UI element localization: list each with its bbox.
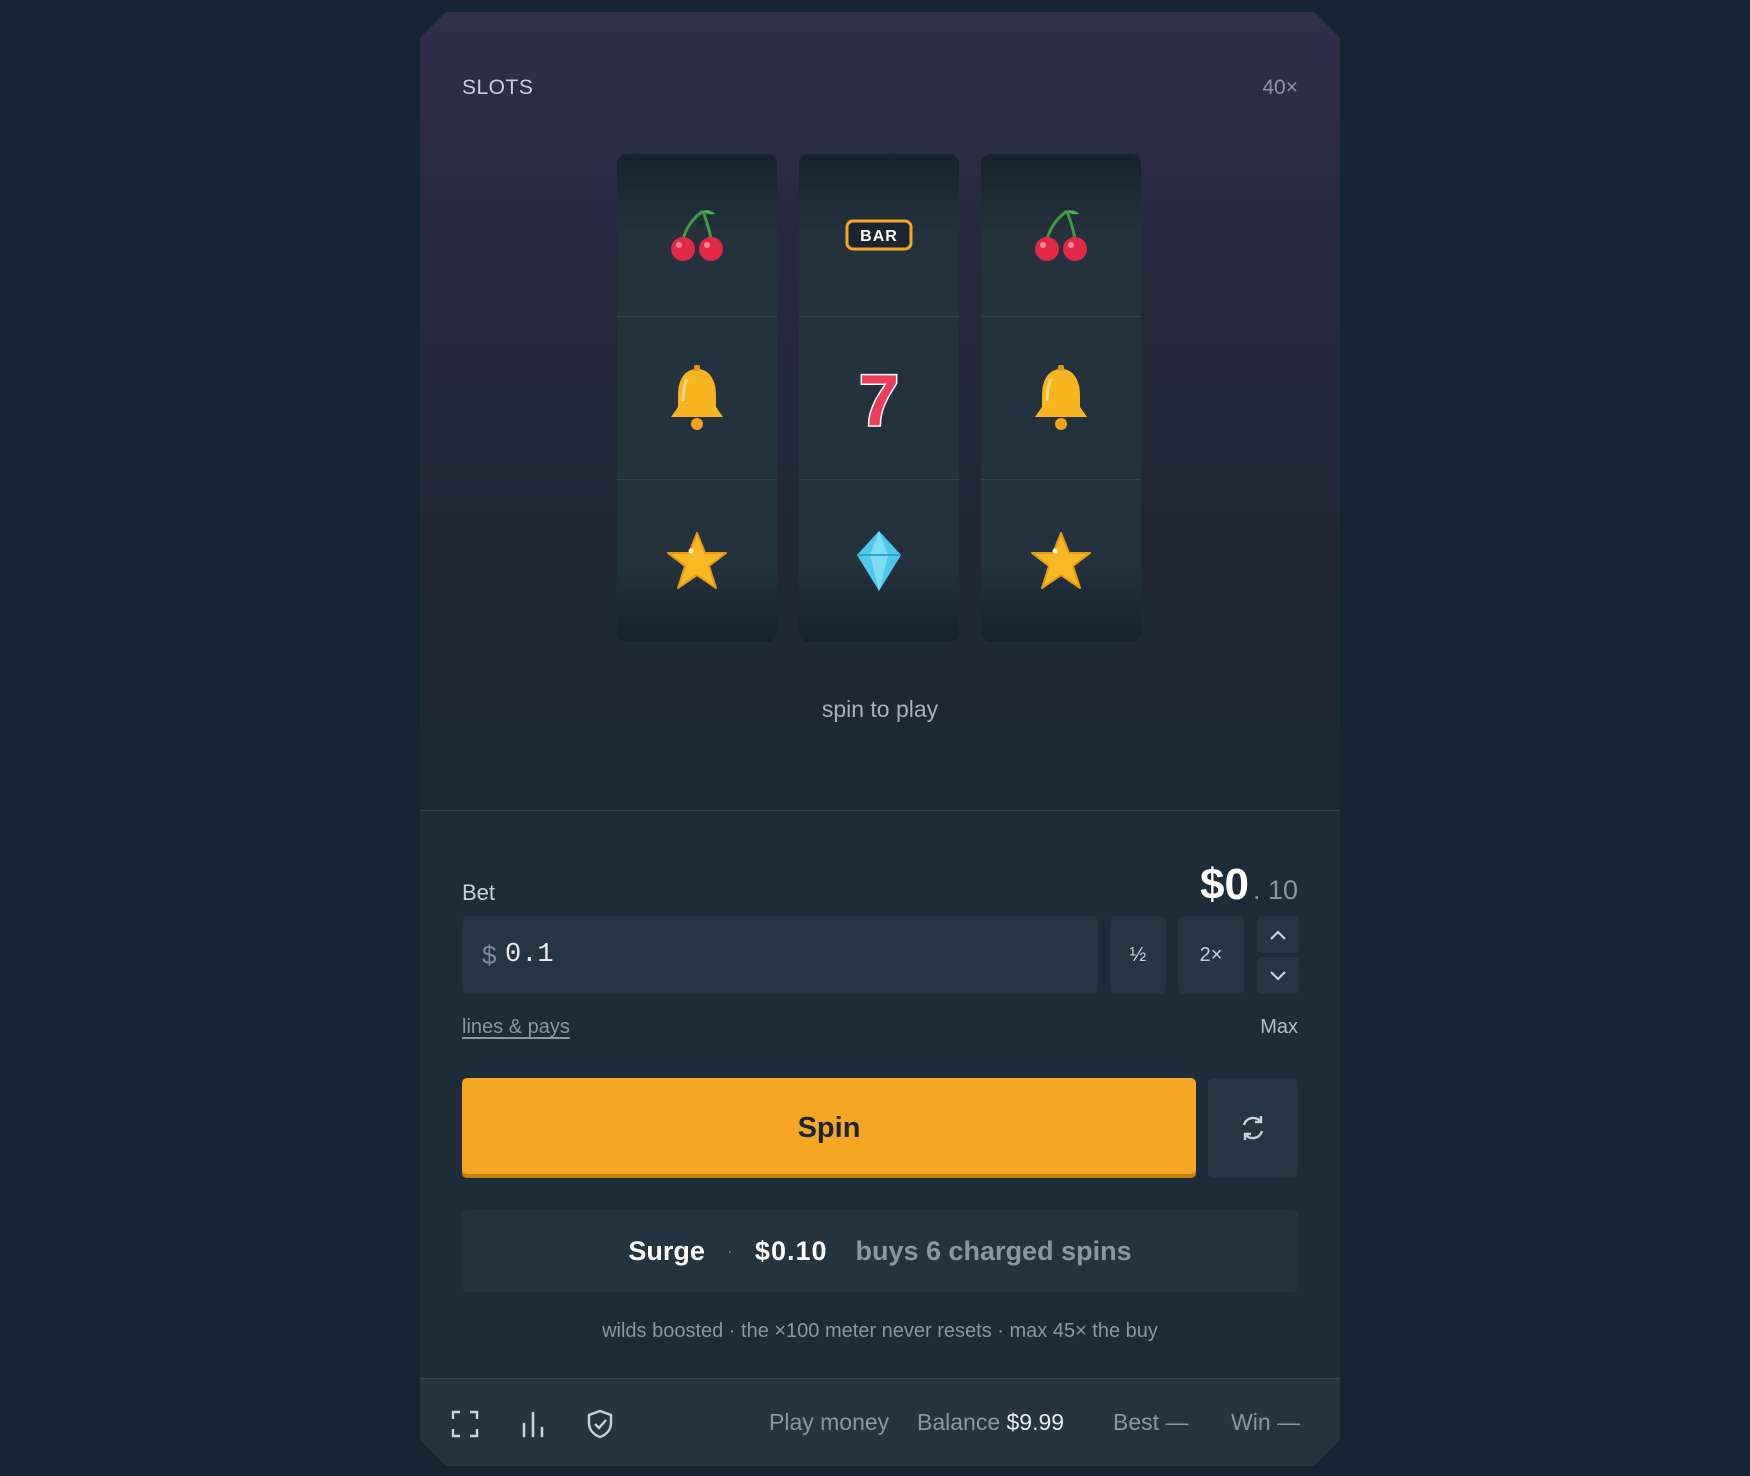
autospin-button[interactable] bbox=[1208, 1078, 1298, 1178]
bet-display-main: $0 bbox=[1200, 860, 1249, 909]
footer-bar: Play money Balance $9.99 Best — Win — bbox=[420, 1378, 1340, 1466]
play-money-label: Play money bbox=[769, 1409, 890, 1435]
surge-separator: · bbox=[726, 1240, 733, 1261]
slots-game-panel: SLOTS 40× BAR 7 spin to play Bet $0 . 10… bbox=[420, 12, 1340, 1466]
surge-note: wilds boosted · the ×100 meter never res… bbox=[602, 1320, 1158, 1342]
star-icon bbox=[981, 480, 1141, 642]
status-text: spin to play bbox=[821, 696, 939, 722]
best-display: Best — bbox=[1113, 1409, 1189, 1435]
bet-amount-value[interactable]: 0.1 bbox=[505, 940, 554, 970]
refresh-icon bbox=[1242, 1116, 1264, 1140]
surge-buy-button[interactable]: Surge · $0.10 buys 6 charged spins bbox=[462, 1210, 1298, 1292]
lines-and-pays-link[interactable]: lines & pays bbox=[462, 1016, 570, 1039]
balance-value: $9.99 bbox=[1006, 1409, 1065, 1435]
max-multiplier: 40× bbox=[1262, 76, 1298, 99]
surge-title: Surge bbox=[628, 1235, 705, 1266]
double-bet-button[interactable]: 2× bbox=[1178, 916, 1244, 994]
surge-description: buys 6 charged spins bbox=[855, 1235, 1132, 1266]
reel-area: SLOTS 40× BAR 7 spin to play bbox=[420, 12, 1340, 811]
surge-price: $0.10 bbox=[754, 1235, 828, 1266]
win-display: Win — bbox=[1231, 1409, 1300, 1435]
game-title: SLOTS bbox=[462, 76, 534, 99]
bell-icon bbox=[617, 317, 777, 479]
increase-bet-button[interactable] bbox=[1257, 916, 1299, 953]
balance-label: Balance bbox=[917, 1409, 1001, 1435]
seven-icon: 7 bbox=[799, 317, 959, 479]
half-bet-button[interactable]: ½ bbox=[1110, 916, 1166, 994]
svg-text:BAR: BAR bbox=[860, 228, 898, 245]
spin-button[interactable]: Spin bbox=[462, 1078, 1196, 1178]
fullscreen-icon[interactable] bbox=[450, 1409, 480, 1439]
currency-symbol: $ bbox=[482, 940, 497, 970]
reel-2: BAR 7 bbox=[799, 154, 959, 642]
bet-amount-input[interactable]: $ 0.1 bbox=[462, 916, 1098, 994]
max-bet-button[interactable]: Max bbox=[1260, 1016, 1298, 1039]
bet-label: Bet bbox=[462, 880, 496, 905]
bet-display: $0. 10 bbox=[1200, 860, 1298, 910]
star-icon bbox=[617, 480, 777, 642]
stats-icon[interactable] bbox=[518, 1409, 548, 1439]
diamond-icon bbox=[799, 480, 959, 642]
bar-icon: BAR bbox=[799, 154, 959, 316]
cherry-icon bbox=[617, 154, 777, 316]
decrease-bet-button[interactable] bbox=[1257, 957, 1299, 994]
reel-1 bbox=[617, 154, 777, 642]
bet-display-cents: . 10 bbox=[1252, 875, 1298, 905]
balance-display: Balance $9.99 bbox=[917, 1409, 1064, 1436]
cherry-icon bbox=[981, 154, 1141, 316]
shield-icon[interactable] bbox=[585, 1409, 615, 1439]
svg-text:7: 7 bbox=[859, 363, 899, 433]
reel-3 bbox=[981, 154, 1141, 642]
chevron-up-icon bbox=[1270, 929, 1286, 940]
bell-icon bbox=[981, 317, 1141, 479]
chevron-down-icon bbox=[1270, 970, 1286, 981]
